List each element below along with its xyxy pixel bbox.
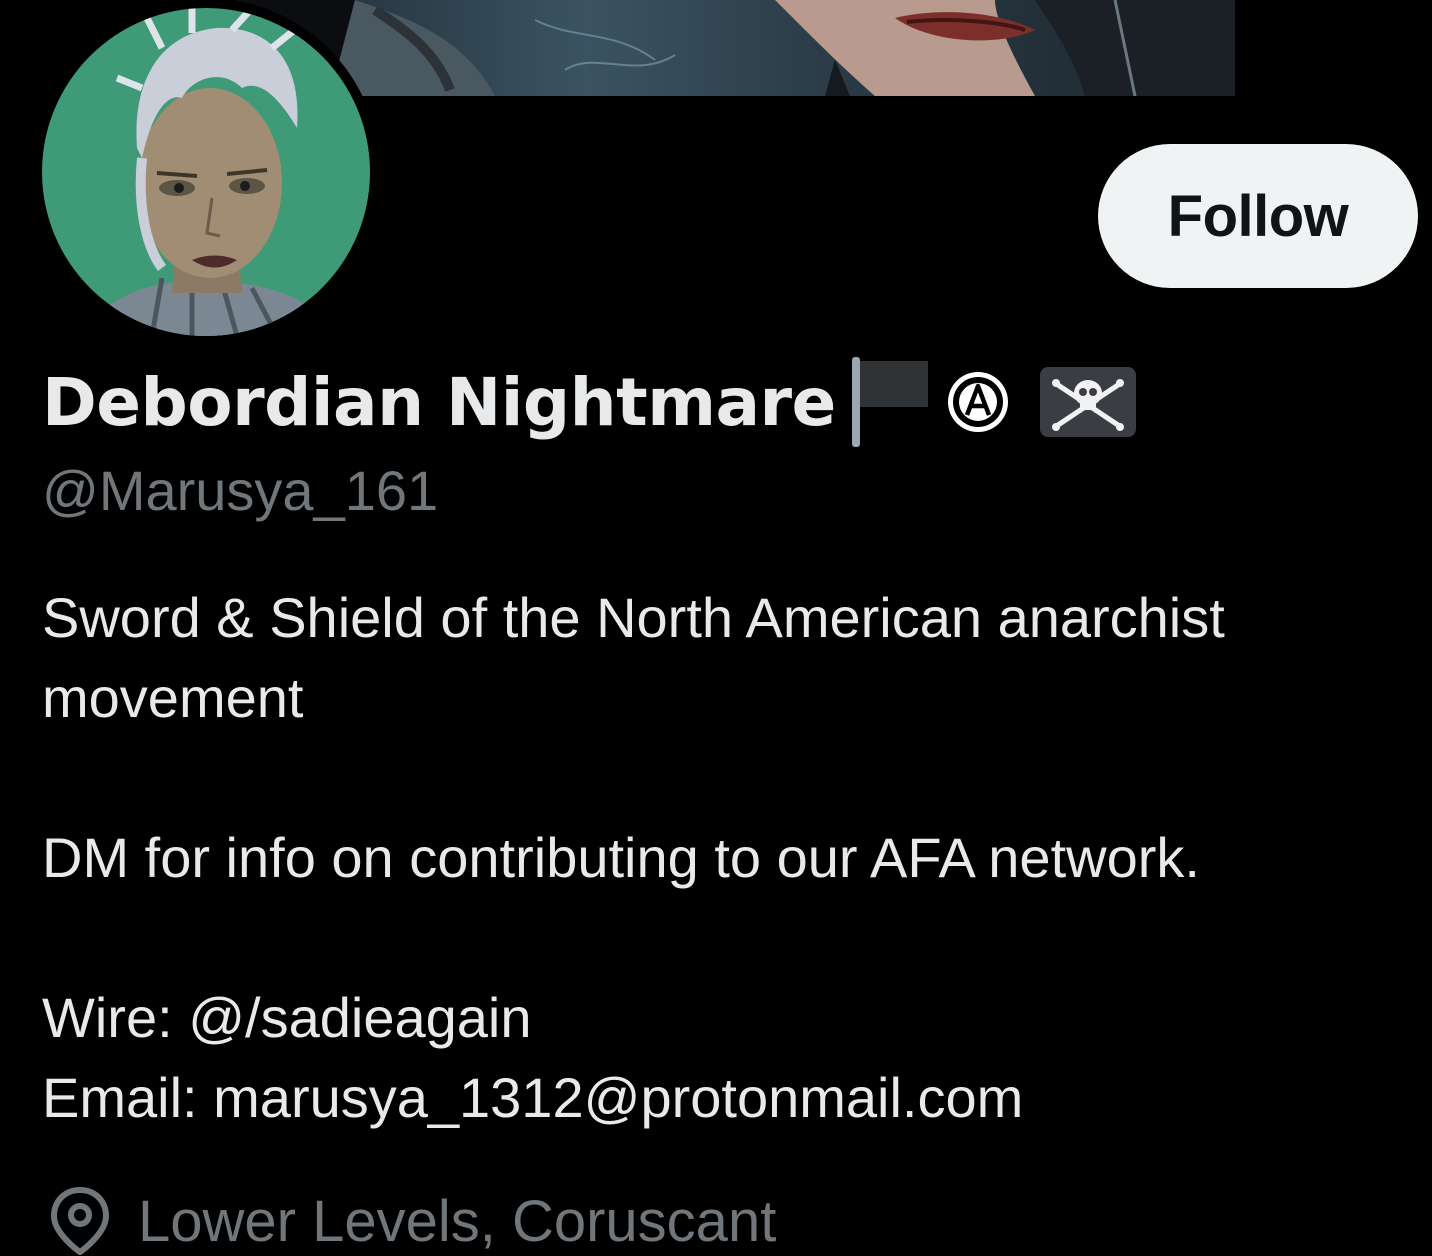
- profile-bio: Sword & Shield of the North American ana…: [42, 578, 1402, 1138]
- circled-a-anarchy-icon: [944, 368, 1012, 436]
- profile-banner[interactable]: [235, 0, 1235, 96]
- skull-and-crossbones-icon: [1039, 367, 1136, 437]
- bio-line: DM for info on contributing to our AFA n…: [42, 826, 1200, 889]
- profile-location: Lower Levels, Coruscant: [48, 1186, 776, 1256]
- avatar-image: [42, 8, 370, 336]
- location-pin-icon: [48, 1186, 112, 1256]
- display-name: Debordian Nightmare: [42, 363, 836, 441]
- display-name-row: Debordian Nightmare: [42, 352, 1136, 452]
- bio-line: Sword & Shield of the North American ana…: [42, 586, 1225, 729]
- profile-handle: @Marusya_161: [42, 459, 439, 522]
- black-flag-icon: [850, 355, 930, 449]
- location-text: Lower Levels, Coruscant: [138, 1188, 777, 1254]
- follow-button[interactable]: Follow: [1098, 144, 1418, 288]
- avatar[interactable]: [42, 8, 370, 336]
- bio-line: Wire: @/sadieagain: [42, 986, 532, 1049]
- bio-line: Email: marusya_1312@protonmail.com: [42, 1066, 1024, 1129]
- banner-image: [235, 0, 1235, 96]
